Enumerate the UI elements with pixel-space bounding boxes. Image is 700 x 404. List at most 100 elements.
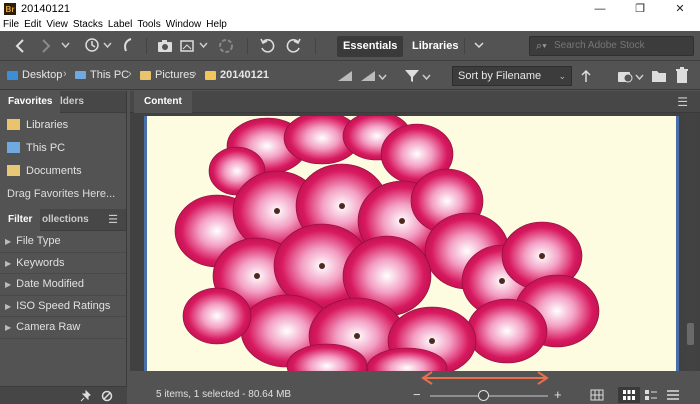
list-view-icon xyxy=(667,390,679,400)
forward-arrow-icon[interactable] xyxy=(40,39,52,53)
annotation-double-arrow-icon xyxy=(421,371,549,385)
drag-favorites-hint: Drag Favorites Here... xyxy=(7,188,116,200)
folder-icon xyxy=(205,70,216,80)
title-bar: Br 20140121 — ❐ ✕ xyxy=(0,0,700,18)
menu-help[interactable]: Help xyxy=(206,19,227,30)
details-view-button[interactable] xyxy=(640,387,662,403)
libraries-icon xyxy=(7,119,20,130)
filter-iso-speed[interactable]: ▶ ISO Speed Ratings xyxy=(0,296,126,317)
rotate-right-icon[interactable] xyxy=(286,37,302,53)
expand-arrow-icon: ▶ xyxy=(5,301,12,311)
breadcrumb-separator-icon: › xyxy=(128,68,132,80)
filter-keywords[interactable]: ▶ Keywords xyxy=(0,253,126,274)
workspace-libraries[interactable]: Libraries xyxy=(406,36,464,57)
computer-icon xyxy=(7,142,20,153)
filter-date-modified[interactable]: ▶ Date Modified xyxy=(0,274,126,296)
refine-icon[interactable] xyxy=(180,38,196,53)
close-button[interactable]: ✕ xyxy=(660,0,700,18)
chevron-down-icon[interactable] xyxy=(103,41,112,49)
status-bar: 5 items, 1 selected - 80.64 MB − + xyxy=(130,386,700,404)
chevron-down-icon: ⌄ xyxy=(558,71,566,81)
expand-arrow-icon: ▶ xyxy=(5,237,12,246)
content-panel-header: Content ☰ xyxy=(130,91,700,113)
breadcrumb-separator-icon: › xyxy=(63,68,67,80)
grid-lock-icon xyxy=(590,389,604,401)
clear-filter-icon[interactable] xyxy=(101,390,113,402)
pin-icon[interactable] xyxy=(80,390,92,402)
pictures-folder-icon xyxy=(140,70,151,80)
tab-favorites[interactable]: Favorites xyxy=(0,91,61,113)
breadcrumb-current-folder[interactable]: 20140121 xyxy=(205,69,269,81)
filter-file-type[interactable]: ▶ File Type xyxy=(0,231,126,253)
minimize-button[interactable]: — xyxy=(580,0,620,18)
bridge-app-icon: Br xyxy=(4,3,16,15)
sort-ascending-icon[interactable] xyxy=(581,69,591,83)
breadcrumb-pictures[interactable]: Pictures xyxy=(140,69,195,81)
tab-folders[interactable]: lders xyxy=(58,91,92,113)
selected-thumbnail[interactable] xyxy=(144,116,679,371)
menu-view[interactable]: View xyxy=(46,19,68,30)
chevron-down-icon[interactable] xyxy=(378,73,387,81)
grid-lock-view-button[interactable] xyxy=(586,387,608,403)
camera-icon[interactable] xyxy=(157,38,175,53)
chevron-down-icon[interactable] xyxy=(199,41,208,49)
menu-bar: File Edit View Stacks Label Tools Window… xyxy=(0,18,700,31)
slider-knob[interactable] xyxy=(478,390,490,401)
expand-arrow-icon: ▶ xyxy=(5,323,12,332)
menu-window[interactable]: Window xyxy=(166,19,202,30)
favorite-this-pc[interactable]: This PC xyxy=(0,136,126,159)
chevron-down-icon[interactable] xyxy=(635,73,644,81)
breadcrumb-separator-icon: › xyxy=(193,68,197,80)
content-area xyxy=(130,113,700,371)
favorite-documents[interactable]: Documents xyxy=(0,159,126,182)
filter-collections-tabs: Filter ollections ☰ xyxy=(0,209,126,231)
search-icon: ⌕▾ xyxy=(536,40,547,52)
search-input[interactable]: ⌕▾ Search Adobe Stock xyxy=(529,36,694,56)
expand-arrow-icon: ▶ xyxy=(5,258,12,268)
workspace-essentials[interactable]: Essentials xyxy=(337,36,404,57)
computer-icon xyxy=(75,71,86,79)
favorite-libraries[interactable]: Libraries xyxy=(0,113,126,136)
chevron-down-icon[interactable] xyxy=(61,41,70,49)
tab-filter[interactable]: Filter xyxy=(0,209,41,231)
expand-arrow-icon: ▶ xyxy=(5,280,12,289)
maximize-button[interactable]: ❐ xyxy=(620,0,660,18)
list-view-button[interactable] xyxy=(662,387,684,403)
menu-edit[interactable]: Edit xyxy=(24,19,41,30)
open-recent-icon[interactable] xyxy=(617,68,633,84)
tab-collections[interactable]: ollections xyxy=(40,209,97,231)
menu-stacks[interactable]: Stacks xyxy=(73,19,103,30)
filter-funnel-icon[interactable] xyxy=(404,68,420,84)
workspace-chevron-icon[interactable] xyxy=(474,41,484,49)
panel-menu-icon[interactable]: ☰ xyxy=(677,95,688,109)
breadcrumb-desktop[interactable]: Desktop xyxy=(7,69,62,81)
menu-tools[interactable]: Tools xyxy=(137,19,160,30)
rating-filter-icon[interactable] xyxy=(337,70,353,82)
recent-history-icon[interactable] xyxy=(84,37,100,53)
boomerang-icon[interactable] xyxy=(121,37,135,53)
menu-file[interactable]: File xyxy=(3,19,19,30)
panel-menu-icon[interactable]: ☰ xyxy=(108,213,118,226)
favorites-folders-tabs: Favorites lders xyxy=(0,91,126,113)
breadcrumb-this-pc[interactable]: This PC xyxy=(75,69,129,81)
scrollbar-thumb[interactable] xyxy=(687,323,694,345)
tab-content[interactable]: Content xyxy=(134,91,192,113)
chevron-down-icon[interactable] xyxy=(422,73,431,81)
quality-filter-icon[interactable] xyxy=(360,70,376,82)
creative-cloud-icon[interactable] xyxy=(218,38,234,54)
filter-camera-raw[interactable]: ▶ Camera Raw xyxy=(0,317,126,339)
trash-icon[interactable] xyxy=(675,67,689,84)
zoom-in-button[interactable]: + xyxy=(554,387,562,402)
details-view-icon xyxy=(645,390,657,400)
new-folder-icon[interactable] xyxy=(651,69,667,83)
main-toolbar: Essentials Libraries ⌕▾ Search Adobe Sto… xyxy=(0,31,700,61)
documents-icon xyxy=(7,165,20,176)
zoom-out-button[interactable]: − xyxy=(413,387,421,402)
sort-dropdown[interactable]: Sort by Filename ⌄ xyxy=(452,66,572,86)
search-placeholder: Search Adobe Stock xyxy=(554,40,645,51)
menu-label[interactable]: Label xyxy=(108,19,132,30)
left-panel-footer xyxy=(0,386,127,404)
thumbnail-view-button[interactable] xyxy=(618,387,640,403)
back-arrow-icon[interactable] xyxy=(14,39,26,53)
rotate-left-icon[interactable] xyxy=(259,37,275,53)
